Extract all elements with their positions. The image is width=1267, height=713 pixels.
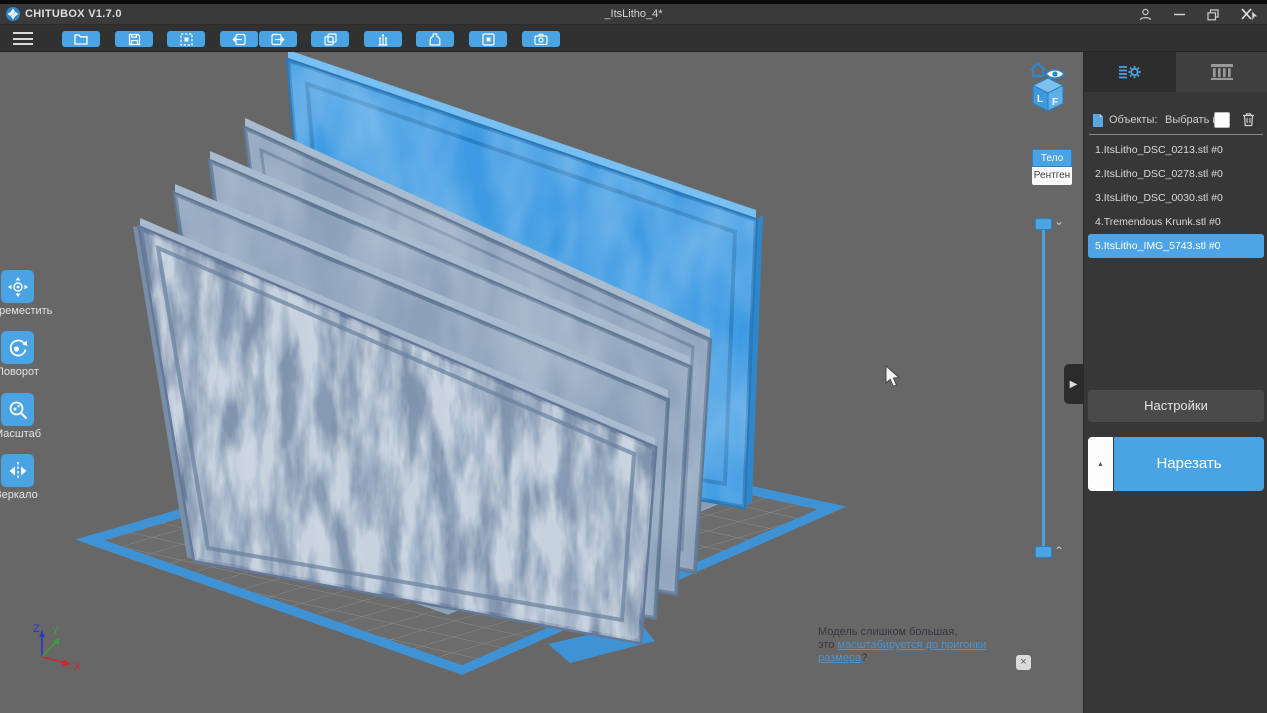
panel-collapse-arrow[interactable]: ▶: [1064, 364, 1083, 404]
dig-hole-icon: [482, 33, 495, 46]
scale-tool-label: Масштаб: [0, 428, 41, 440]
document-icon: [1092, 113, 1104, 128]
chitubox-window: CHITUBOX V1.7.0 _ItsLitho_4*: [0, 0, 1267, 713]
right-panel: Объекты: Выбрать все 1.ItsLitho_DSC_0213…: [1083, 52, 1267, 713]
redo-icon: [271, 33, 285, 46]
user-icon: [1139, 8, 1152, 21]
close-icon: [1240, 7, 1258, 22]
auto-layout-icon: [180, 33, 193, 46]
list-gear-icon: [1118, 63, 1142, 81]
view-mode-body-button[interactable]: Тело: [1032, 149, 1072, 167]
dig-hole-button[interactable]: [469, 31, 507, 47]
menu-button[interactable]: [13, 32, 33, 45]
restore-icon: [1207, 9, 1219, 21]
restore-button[interactable]: [1200, 4, 1226, 25]
save-file-icon: [128, 33, 141, 46]
account-button[interactable]: [1132, 4, 1158, 25]
rotate-icon: [7, 337, 29, 359]
minimize-icon: [1174, 13, 1185, 16]
mirror-tool-button[interactable]: [1, 454, 34, 487]
notification-prefix: это: [818, 639, 837, 651]
notification-message: Модель слишком большая, это масштабирует…: [818, 626, 1006, 665]
notification-line1: Модель слишком большая,: [818, 626, 957, 638]
clip-slider-handle-top[interactable]: [1035, 218, 1052, 230]
view-cube[interactable]: L F: [1031, 64, 1064, 112]
chevron-down-icon[interactable]: ⌄: [1054, 216, 1064, 226]
clone-button[interactable]: [311, 31, 349, 47]
clone-icon: [324, 33, 337, 46]
home-icon[interactable]: [1031, 64, 1045, 77]
view-mode-xray-button[interactable]: Рентген: [1032, 167, 1072, 185]
redo-button[interactable]: [259, 31, 297, 47]
slice-button[interactable]: Нарезать: [1114, 437, 1264, 491]
eye-icon[interactable]: [1046, 70, 1064, 78]
notification-close-button[interactable]: ×: [1016, 655, 1031, 670]
file-list-item[interactable]: 1.ItsLitho_DSC_0213.stl #0: [1088, 138, 1264, 162]
document-title: _ItsLitho_4*: [0, 8, 1267, 20]
move-tool-label: Переместить: [0, 305, 52, 317]
objects-header: Объекты: Выбрать все: [1084, 110, 1267, 132]
undo-button[interactable]: [220, 31, 258, 47]
move-icon: [7, 276, 29, 298]
scale-tool-button[interactable]: [1, 393, 34, 426]
screenshot-icon: [534, 33, 548, 45]
file-list-item-selected[interactable]: 5.ItsLitho_IMG_5743.stl #0: [1088, 234, 1264, 258]
axis-x-label: X: [74, 661, 82, 673]
pillars-icon: [1209, 63, 1235, 81]
axis-z-label: Z: [33, 623, 40, 635]
minimize-button[interactable]: [1166, 4, 1192, 25]
auto-layout-button[interactable]: [167, 31, 205, 47]
title-bar: CHITUBOX V1.7.0 _ItsLitho_4*: [0, 4, 1267, 25]
file-list-item[interactable]: 4.Tremendous Krunk.stl #0: [1088, 210, 1264, 234]
scale-to-fit-link[interactable]: масштабируется до пригонки размера: [818, 639, 986, 664]
undo-icon: [232, 33, 246, 46]
support-icon: [376, 33, 390, 46]
slice-menu-arrow-button[interactable]: ▲: [1088, 437, 1113, 491]
chevron-up-icon[interactable]: ⌃: [1054, 546, 1064, 556]
view-cube-icon[interactable]: L F: [1033, 78, 1063, 111]
rotate-tool-label: Поворот: [0, 366, 39, 378]
open-file-button[interactable]: [62, 31, 100, 47]
close-button[interactable]: [1236, 4, 1262, 25]
scale-icon: [7, 399, 29, 421]
trash-icon[interactable]: [1242, 112, 1255, 127]
mirror-tool-label: Зеркало: [0, 489, 38, 501]
cube-front-label: F: [1052, 97, 1058, 108]
viewport-3d[interactable]: L F Z Y X: [0, 52, 1083, 713]
hollow-icon: [429, 33, 441, 46]
hollow-button[interactable]: [416, 31, 454, 47]
select-all-checkbox[interactable]: [1214, 112, 1230, 128]
move-tool-button[interactable]: [1, 270, 34, 303]
file-list-item[interactable]: 3.ItsLitho_DSC_0030.stl #0: [1088, 186, 1264, 210]
clip-slider-handle-bottom[interactable]: [1035, 546, 1052, 558]
open-file-icon: [74, 33, 88, 45]
save-file-button[interactable]: [115, 31, 153, 47]
rotate-tool-button[interactable]: [1, 331, 34, 364]
tab-supports[interactable]: [1176, 52, 1267, 92]
mouse-cursor: [886, 366, 899, 386]
notification-suffix: ?: [861, 652, 867, 664]
divider: [1089, 134, 1263, 135]
settings-button[interactable]: Настройки: [1088, 390, 1264, 422]
support-button[interactable]: [364, 31, 402, 47]
screenshot-button[interactable]: [522, 31, 560, 47]
tab-objects-settings[interactable]: [1084, 52, 1176, 92]
objects-label: Объекты:: [1109, 114, 1157, 126]
file-list-item[interactable]: 2.ItsLitho_DSC_0278.stl #0: [1088, 162, 1264, 186]
scene-canvas: L F Z Y X: [0, 52, 1083, 713]
mirror-icon: [7, 460, 29, 482]
axis-triad: Z Y X: [33, 623, 82, 673]
main-toolbar: [0, 25, 1267, 52]
cube-left-label: L: [1037, 94, 1043, 105]
axis-y-label: Y: [52, 625, 60, 637]
clip-slider-track: [1042, 224, 1045, 552]
